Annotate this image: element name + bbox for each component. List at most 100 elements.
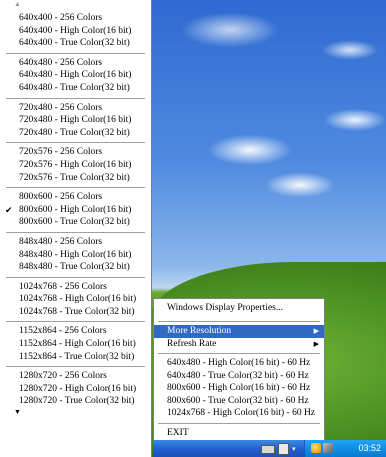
resolution-item[interactable]: 848x480 - High Color(16 bit) (0, 249, 151, 262)
system-tray: 03:52 (304, 440, 386, 457)
display-properties-label: Windows Display Properties... (167, 303, 283, 313)
more-resolution-label: More Resolution (167, 326, 232, 336)
resolution-label: 848x480 - True Color(32 bit) (19, 262, 130, 273)
menu-separator (158, 422, 320, 424)
resolution-label: 720x576 - High Color(16 bit) (19, 159, 132, 170)
resolution-label: 720x480 - 256 Colors (19, 102, 103, 113)
quick-mode-item[interactable]: 640x480 - High Color(16 bit) - 60 Hz (154, 357, 324, 370)
resolution-label: 1280x720 - True Color(32 bit) (19, 396, 135, 407)
clock: 03:52 (358, 443, 381, 453)
display-properties-item[interactable]: Windows Display Properties... (154, 299, 324, 318)
resolution-label: 848x480 - 256 Colors (19, 236, 103, 247)
resolution-label: 640x480 - 256 Colors (19, 57, 103, 68)
quick-mode-label: 800x600 - High Color(16 bit) - 60 Hz (167, 383, 311, 393)
menu-separator (158, 353, 320, 354)
resolution-item[interactable]: 1024x768 - True Color(32 bit) (0, 306, 151, 319)
resolution-item[interactable]: 1024x768 - High Color(16 bit) (0, 293, 151, 306)
menu-separator (6, 52, 145, 54)
resolution-item[interactable]: 1024x768 - 256 Colors (0, 281, 151, 294)
resolution-label: 800x600 - High Color(16 bit) (19, 204, 132, 215)
menu-separator (6, 276, 145, 278)
resolution-label: 640x400 - High Color(16 bit) (19, 25, 132, 36)
resolution-item[interactable]: 1152x864 - High Color(16 bit) (0, 338, 151, 351)
chevron-down-icon[interactable]: ▾ (292, 445, 296, 453)
resolution-item[interactable]: 720x480 - True Color(32 bit) (0, 127, 151, 140)
resolution-label: 1024x768 - 256 Colors (19, 281, 107, 292)
scroll-down-button[interactable]: ▼ (0, 408, 151, 420)
resolution-item[interactable]: 848x480 - 256 Colors (0, 236, 151, 249)
resolution-item[interactable]: 1152x864 - True Color(32 bit) (0, 351, 151, 364)
resolution-item[interactable]: 1152x864 - 256 Colors (0, 325, 151, 338)
resolution-item[interactable]: 800x600 - 256 Colors (0, 191, 151, 204)
resolution-label: 1152x864 - High Color(16 bit) (19, 339, 136, 350)
submenu-arrow-icon: ▶ (313, 327, 319, 335)
quick-mode-label: 640x480 - True Color(32 bit) - 60 Hz (167, 370, 309, 381)
language-icon[interactable] (278, 443, 289, 455)
resolution-label: 640x480 - High Color(16 bit) (19, 70, 132, 81)
resolution-item[interactable]: 720x480 - High Color(16 bit) (0, 114, 151, 127)
resolution-label: 720x480 - High Color(16 bit) (19, 115, 132, 126)
menu-separator (158, 321, 320, 322)
resolution-item[interactable]: 800x600 - True Color(32 bit) (0, 216, 151, 229)
refresh-rate-item[interactable]: Refresh Rate ▶ (154, 338, 324, 351)
resolution-label: 720x576 - 256 Colors (19, 147, 103, 158)
display-utility-tray-icon[interactable] (311, 443, 321, 453)
keyboard-icon[interactable] (261, 445, 275, 454)
quick-mode-label: 800x600 - True Color(32 bit) - 60 Hz (167, 395, 309, 406)
menu-separator (6, 321, 145, 323)
resolution-label: 640x400 - True Color(32 bit) (19, 38, 130, 49)
resolution-item[interactable]: 848x480 - True Color(32 bit) (0, 261, 151, 274)
resolution-item[interactable]: 640x480 - True Color(32 bit) (0, 82, 151, 95)
resolution-item[interactable]: 640x400 - True Color(32 bit) (0, 37, 151, 50)
resolution-item[interactable]: 640x480 - 256 Colors (0, 57, 151, 70)
quick-mode-label: 640x480 - High Color(16 bit) - 60 Hz (167, 358, 311, 368)
resolution-label: 720x576 - True Color(32 bit) (19, 172, 130, 183)
resolution-item[interactable]: 1280x720 - 256 Colors (0, 370, 151, 383)
scroll-up-icon: ▲ (14, 0, 21, 8)
resolution-item[interactable]: ✔ 800x600 - High Color(16 bit) (0, 204, 151, 217)
refresh-rate-label: Refresh Rate (167, 338, 217, 349)
menu-separator (6, 97, 145, 99)
menu-separator (6, 231, 145, 233)
resolution-item[interactable]: 720x576 - 256 Colors (0, 146, 151, 159)
network-tray-icon[interactable] (323, 443, 333, 453)
context-menu: Windows Display Properties... More Resol… (153, 298, 325, 452)
resolution-item[interactable]: 720x576 - High Color(16 bit) (0, 159, 151, 172)
resolution-label: 1280x720 - High Color(16 bit) (19, 383, 137, 394)
quick-mode-item[interactable]: 800x600 - High Color(16 bit) - 60 Hz (154, 382, 324, 395)
resolution-item[interactable]: 640x400 - 256 Colors (0, 12, 151, 25)
resolution-label: 800x600 - True Color(32 bit) (19, 217, 130, 228)
quick-mode-item[interactable]: 1024x768 - High Color(16 bit) - 60 Hz (154, 407, 324, 420)
submenu-arrow-icon: ▶ (313, 339, 319, 348)
resolution-item[interactable]: 1280x720 - High Color(16 bit) (0, 383, 151, 396)
resolution-label: 1152x864 - 256 Colors (19, 326, 107, 337)
scroll-up-button[interactable]: ▲ (0, 0, 151, 12)
resolution-label: 640x400 - 256 Colors (19, 13, 103, 23)
resolution-item[interactable]: 720x576 - True Color(32 bit) (0, 172, 151, 185)
resolution-menu: ▲ 640x400 - 256 Colors 640x400 - High Col… (0, 0, 152, 457)
resolution-label: 1024x768 - High Color(16 bit) (19, 294, 137, 305)
resolution-label: 800x600 - 256 Colors (19, 192, 103, 203)
resolution-item[interactable]: 640x480 - High Color(16 bit) (0, 69, 151, 82)
resolution-label: 720x480 - True Color(32 bit) (19, 127, 130, 138)
quick-mode-item[interactable]: 800x600 - True Color(32 bit) - 60 Hz (154, 395, 324, 408)
resolution-item[interactable]: 640x400 - High Color(16 bit) (0, 25, 151, 38)
menu-separator (6, 366, 145, 368)
resolution-label: 640x480 - True Color(32 bit) (19, 82, 130, 93)
check-icon: ✔ (5, 204, 13, 215)
quick-modes-list: 640x480 - High Color(16 bit) - 60 Hz 640x… (154, 357, 324, 420)
resolution-item[interactable]: 1280x720 - True Color(32 bit) (0, 395, 151, 408)
resolution-label: 1152x864 - True Color(32 bit) (19, 351, 135, 362)
resolution-label: 1280x720 - 256 Colors (19, 371, 107, 382)
exit-item[interactable]: EXIT (154, 427, 324, 440)
resolution-item[interactable]: 720x480 - 256 Colors (0, 102, 151, 115)
resolution-groups: 640x400 - 256 Colors 640x400 - High Color… (0, 12, 151, 408)
more-resolution-item[interactable]: More Resolution ▶ (154, 325, 324, 338)
exit-label: EXIT (167, 427, 189, 438)
resolution-label: 848x480 - High Color(16 bit) (19, 249, 132, 260)
quick-mode-item[interactable]: 640x480 - True Color(32 bit) - 60 Hz (154, 370, 324, 383)
scroll-down-icon: ▼ (14, 408, 21, 417)
menu-separator (6, 142, 145, 144)
quick-mode-label: 1024x768 - High Color(16 bit) - 60 Hz (167, 408, 316, 418)
resolution-label: 1024x768 - True Color(32 bit) (19, 306, 135, 317)
